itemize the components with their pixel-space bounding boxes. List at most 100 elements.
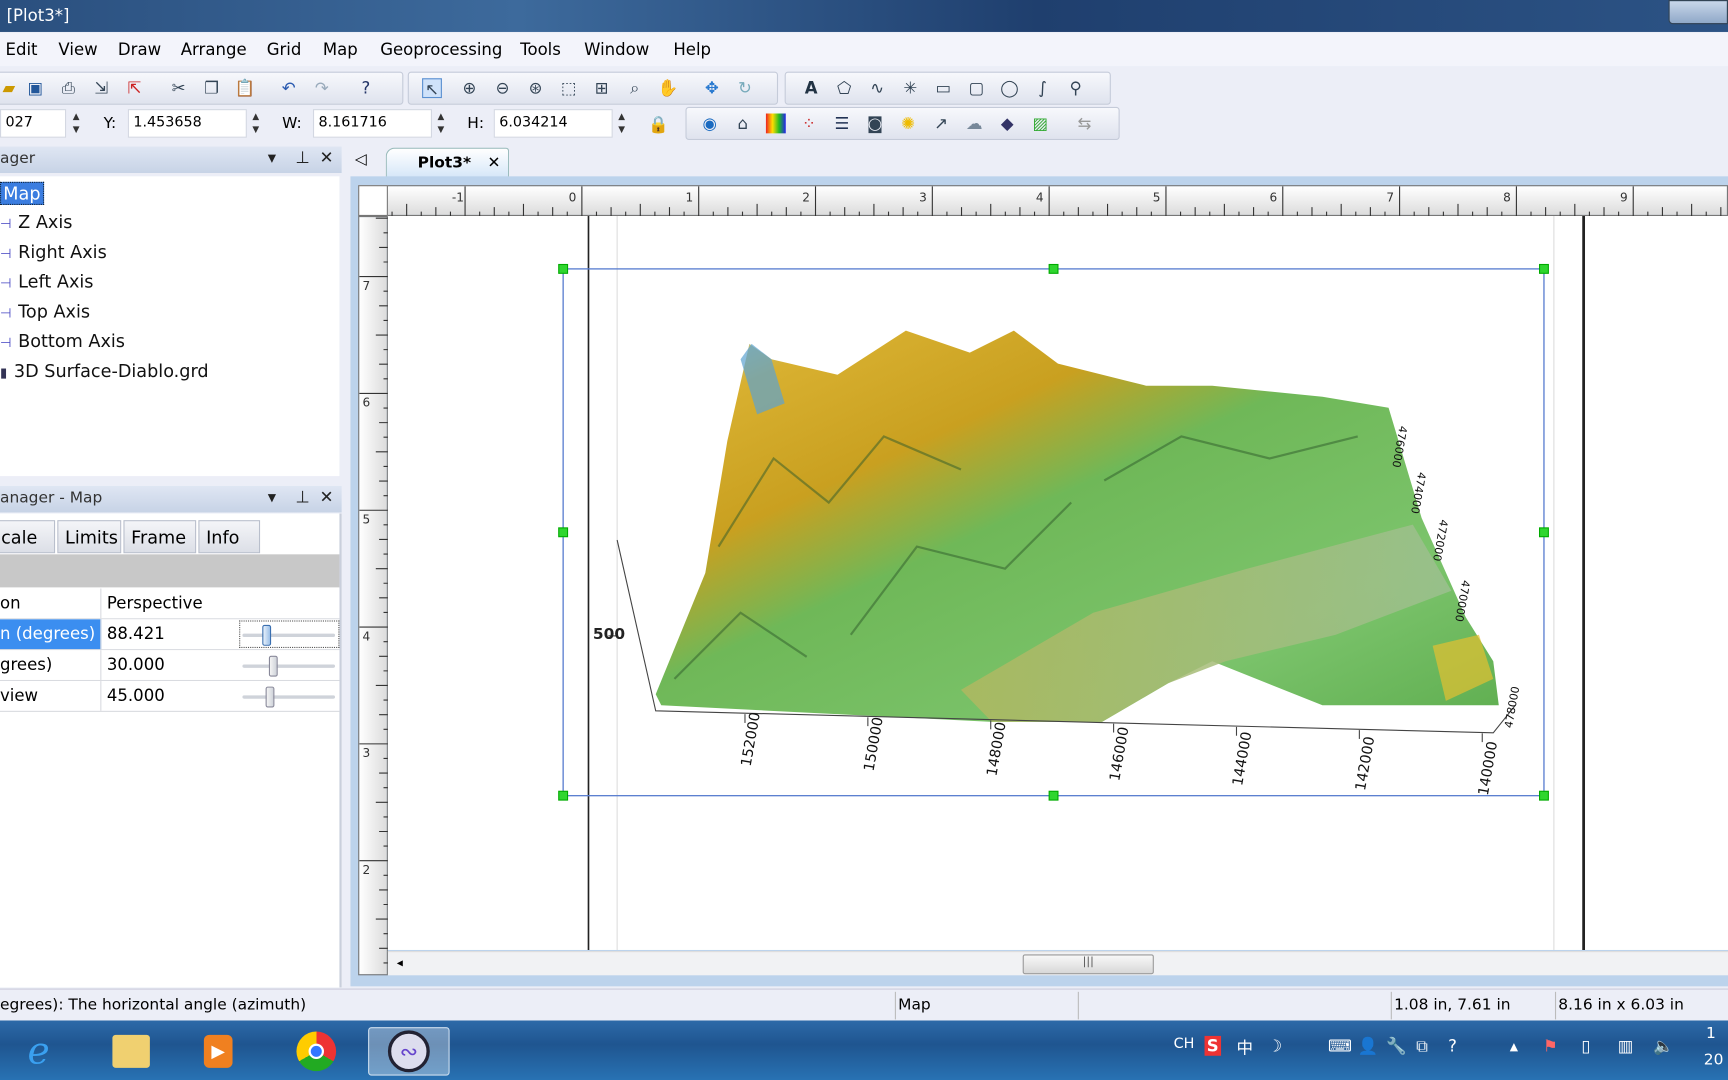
zoom-out-icon[interactable]: ⊖ — [493, 78, 513, 98]
external-icon[interactable]: ⧉ — [1416, 1036, 1428, 1056]
select-arrow-icon[interactable]: ↖ — [422, 78, 442, 99]
media-player-icon[interactable]: ▶ — [191, 1027, 246, 1075]
pan-hand-icon[interactable]: ✋ — [658, 78, 679, 98]
class-post-icon[interactable]: ☰ — [832, 114, 852, 134]
input-language[interactable]: CH — [1174, 1036, 1195, 1053]
tab-info[interactable]: Info — [198, 520, 261, 554]
import-icon[interactable]: ⇱ — [125, 78, 145, 98]
menu-map[interactable]: Map — [323, 40, 358, 60]
action-center-icon[interactable]: ⚑ — [1543, 1036, 1558, 1056]
help-pointer-icon[interactable]: ? — [356, 78, 376, 98]
keyboard-icon[interactable]: ⌨ — [1328, 1036, 1352, 1056]
menu-draw[interactable]: Draw — [118, 40, 161, 60]
text-icon[interactable]: A — [801, 78, 821, 98]
resize-handle-nw[interactable] — [558, 263, 569, 274]
tab-plot3[interactable]: Plot3* ✕ — [385, 147, 510, 179]
help-icon[interactable]: ? — [1448, 1036, 1457, 1056]
print-icon[interactable]: ⎙ — [58, 78, 78, 98]
resize-handle-s[interactable] — [1048, 790, 1059, 801]
color-relief-icon[interactable] — [765, 113, 786, 134]
panel-menu-icon[interactable]: ▾ — [268, 487, 276, 507]
globe-icon[interactable]: ◉ — [700, 114, 720, 134]
panel-menu-icon[interactable]: ▾ — [268, 148, 276, 168]
network-icon[interactable]: ▥ — [1618, 1036, 1634, 1056]
tree-item-bottom-axis[interactable]: ⊣ Bottom Axis — [0, 331, 125, 352]
menu-edit[interactable]: Edit — [6, 40, 38, 60]
resize-handle-ne[interactable] — [1538, 263, 1549, 274]
close-icon[interactable]: ✕ — [320, 487, 334, 507]
trackball-icon[interactable]: ✥ — [702, 78, 722, 98]
y-spinner[interactable]: ▲ ▼ — [252, 110, 265, 136]
tab-scale[interactable]: cale — [0, 520, 56, 554]
shaded-relief-icon[interactable]: ✺ — [898, 114, 918, 134]
slider-thumb[interactable] — [265, 686, 275, 708]
tools-icon[interactable]: 🔧 — [1386, 1036, 1407, 1056]
vector-map-icon[interactable]: ↗ — [931, 114, 951, 134]
chrome-icon[interactable] — [289, 1027, 344, 1075]
slider-thumb[interactable] — [268, 655, 278, 677]
tilt-slider[interactable] — [242, 655, 336, 677]
copy-icon[interactable]: ❐ — [202, 78, 222, 98]
lock-icon[interactable]: 🔒 — [648, 115, 669, 135]
user-icon[interactable]: 👤 — [1358, 1036, 1379, 1056]
resize-handle-se[interactable] — [1538, 790, 1549, 801]
resize-handle-sw[interactable] — [558, 790, 569, 801]
scroll-left-icon[interactable]: ◂ — [397, 955, 403, 969]
property-value[interactable]: 45.000 — [107, 685, 165, 705]
zoom-page-icon[interactable]: ⌕ — [625, 78, 645, 98]
surfer-app-icon[interactable]: ∾ — [368, 1027, 450, 1076]
rotate-icon[interactable]: ↻ — [735, 78, 755, 98]
menu-geoprocessing[interactable]: Geoprocessing — [380, 40, 502, 60]
tree-item-map[interactable]: Map — [0, 181, 44, 205]
polyline-icon[interactable]: ∿ — [867, 78, 887, 98]
menu-view[interactable]: View — [58, 40, 97, 60]
tab-frame[interactable]: Frame — [123, 520, 197, 554]
menu-arrange[interactable]: Arrange — [181, 40, 247, 60]
menu-window[interactable]: Window — [584, 40, 649, 60]
cut-icon[interactable]: ✂ — [169, 78, 189, 98]
slider-thumb[interactable] — [262, 624, 272, 646]
export-icon[interactable]: ⇲ — [91, 78, 111, 98]
x-spinner[interactable]: ▲ ▼ — [73, 110, 86, 136]
watershed-icon[interactable]: ▨ — [1030, 114, 1050, 134]
fov-slider[interactable] — [242, 686, 336, 708]
property-value[interactable]: Perspective — [107, 593, 203, 613]
pin-icon[interactable]: ⊥ — [295, 487, 309, 507]
pin-icon[interactable]: ⊥ — [295, 148, 309, 168]
resize-handle-n[interactable] — [1048, 263, 1059, 274]
w-spinner[interactable]: ▲ ▼ — [438, 110, 451, 136]
clock-time[interactable]: 1 — [1706, 1025, 1716, 1043]
resize-handle-e[interactable] — [1538, 527, 1549, 538]
spline-icon[interactable]: ∫ — [1033, 78, 1053, 98]
tree-item-left-axis[interactable]: ⊣ Left Axis — [0, 271, 94, 292]
zoom-selected-icon[interactable]: ⊞ — [592, 78, 612, 98]
ime-mode[interactable]: 中 — [1236, 1036, 1253, 1059]
menu-tools[interactable]: Tools — [520, 40, 561, 60]
save-icon[interactable]: ▣ — [25, 78, 45, 98]
overlay-icon[interactable]: ⇆ — [1074, 114, 1094, 134]
reshape-icon[interactable]: ⚲ — [1066, 78, 1086, 98]
zoom-in-icon[interactable]: ⊕ — [460, 78, 480, 98]
post-map-icon[interactable]: ⁘ — [799, 114, 819, 134]
tree-item-right-axis[interactable]: ⊣ Right Axis — [0, 241, 107, 262]
sogou-ime-icon[interactable]: S — [1204, 1035, 1221, 1056]
scrollbar-thumb[interactable]: ||| — [1022, 954, 1154, 975]
rotation-slider[interactable] — [242, 624, 336, 646]
power-icon[interactable]: ▯ — [1581, 1036, 1590, 1056]
tab-limits[interactable]: Limits — [57, 520, 122, 554]
internet-explorer-icon[interactable]: ℯ — [11, 1027, 66, 1075]
zoom-rect-icon[interactable]: ⬚ — [559, 78, 579, 98]
tab-close-icon[interactable]: ✕ — [487, 154, 500, 172]
clock-date[interactable]: 20 — [1704, 1051, 1724, 1069]
rounded-rect-icon[interactable]: ▢ — [966, 78, 986, 98]
tree-item-z-axis[interactable]: ⊣ Z Axis — [0, 212, 72, 233]
tree-item-surface[interactable]: ▮ 3D Surface-Diablo.grd — [0, 360, 209, 381]
volume-icon[interactable]: 🔈 — [1653, 1036, 1674, 1056]
menu-help[interactable]: Help — [673, 40, 711, 60]
3d-surface[interactable] — [655, 330, 1499, 722]
property-value[interactable]: 88.421 — [107, 624, 165, 644]
rectangle-icon[interactable]: ▭ — [933, 78, 953, 98]
close-icon[interactable]: ✕ — [320, 148, 334, 168]
zoom-fit-icon[interactable]: ⊛ — [526, 78, 546, 98]
h-field[interactable]: 6.034214 — [493, 109, 613, 138]
